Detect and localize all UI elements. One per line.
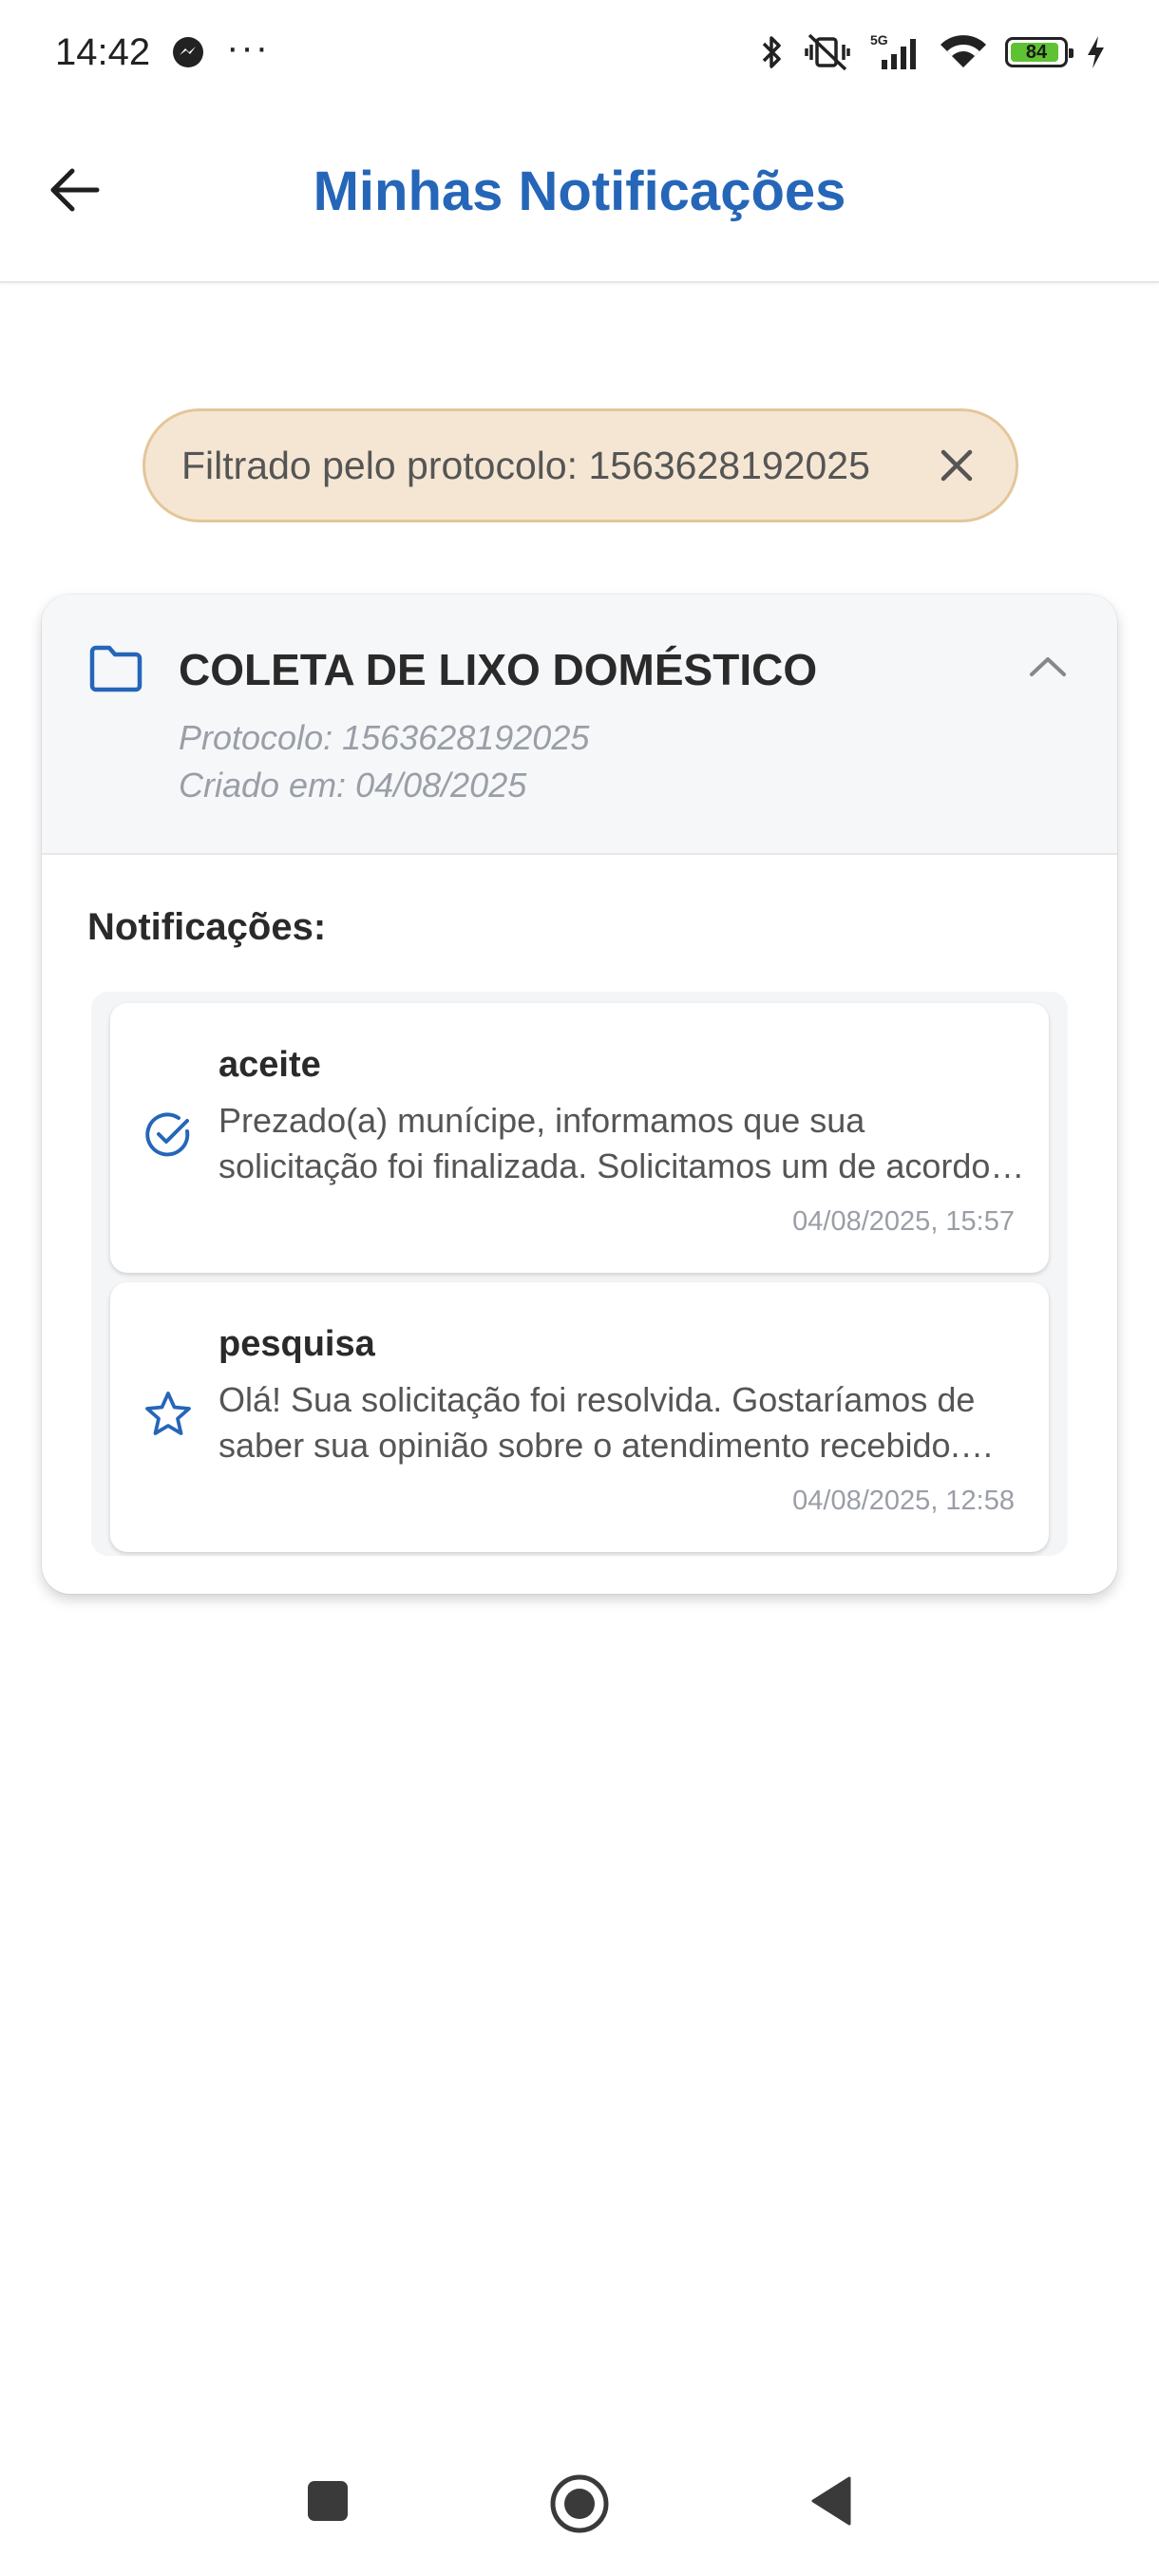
status-bar-right: 5G 84 — [758, 31, 1106, 73]
notification-title: pesquisa — [218, 1324, 375, 1364]
filter-chip: Filtrado pelo protocolo: 1563628192025 — [142, 408, 1018, 522]
check-circle-icon — [145, 1112, 190, 1157]
filter-chip-label: Filtrado pelo protocolo: 1563628192025 — [181, 443, 870, 487]
page-title: Minhas Notificações — [313, 161, 846, 222]
app-bar: Minhas Notificações — [0, 104, 1159, 283]
nav-back-icon[interactable] — [809, 2475, 853, 2527]
request-card-header[interactable]: COLETA DE LIXO DOMÉSTICO Protocolo: 1563… — [42, 595, 1117, 855]
recent-apps-icon[interactable] — [306, 2479, 350, 2523]
clock: 14:42 — [55, 30, 151, 73]
notification-time: 04/08/2025, 12:58 — [792, 1486, 1015, 1516]
request-created-date: Criado em: 04/08/2025 — [179, 766, 527, 805]
charging-icon — [1088, 36, 1104, 68]
network-type-label: 5G — [870, 32, 888, 47]
chevron-up-icon[interactable] — [1026, 652, 1070, 680]
system-nav-bar — [0, 2432, 1159, 2576]
bluetooth-icon — [762, 36, 781, 68]
cellular-signal-icon: 5G — [870, 32, 916, 69]
notification-body: Olá! Sua solicitação foi resolvida. Gost… — [218, 1380, 976, 1465]
mute-vibrate-icon — [805, 33, 850, 71]
home-icon[interactable] — [549, 2473, 610, 2534]
notification-body: Prezado(a) munícipe, informamos que sua … — [218, 1101, 991, 1185]
status-bar-left: 14:42 ··· — [55, 27, 270, 74]
battery-icon: 84 — [1005, 37, 1074, 67]
more-notifications-icon: ··· — [226, 26, 271, 68]
status-bar: 14:42 ··· 5G 84 — [0, 0, 1159, 104]
close-icon[interactable] — [934, 443, 979, 488]
star-icon — [145, 1392, 191, 1435]
notifications-section-label: Notificações: — [87, 906, 327, 948]
folder-icon — [89, 645, 142, 692]
notification-item[interactable]: pesquisa Olá! Sua solicitação foi resolv… — [110, 1282, 1049, 1552]
request-title: COLETA DE LIXO DOMÉSTICO — [179, 645, 818, 694]
battery-level: 84 — [1025, 41, 1048, 63]
notification-item[interactable]: aceite Prezado(a) munícipe, informamos q… — [110, 1003, 1049, 1273]
wifi-icon — [940, 35, 986, 67]
notification-title: aceite — [218, 1045, 321, 1085]
request-card: COLETA DE LIXO DOMÉSTICO Protocolo: 1563… — [42, 595, 1117, 1594]
notification-time: 04/08/2025, 15:57 — [792, 1206, 1015, 1237]
notification-list: aceite Prezado(a) munícipe, informamos q… — [91, 992, 1068, 1556]
messenger-icon — [173, 37, 204, 67]
request-protocol: Protocolo: 1563628192025 — [179, 718, 590, 757]
battery-cap — [1069, 48, 1074, 58]
